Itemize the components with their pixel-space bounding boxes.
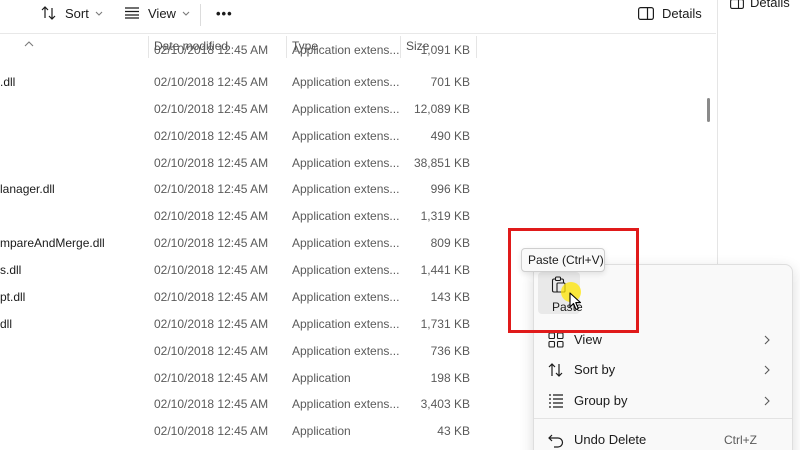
- file-type: Application extens...: [292, 317, 400, 331]
- file-row[interactable]: 02/10/2018 12:45 AM Application extens..…: [0, 96, 700, 123]
- file-size: 701 KB: [430, 75, 470, 89]
- toolbar-divider: [200, 4, 201, 26]
- file-type: Application extens...: [292, 45, 400, 57]
- file-date: 02/10/2018 12:45 AM: [154, 156, 269, 170]
- menu-item-label: Sort by: [574, 362, 616, 377]
- file-type: Application extens...: [292, 263, 400, 277]
- file-date: 02/10/2018 12:45 AM: [154, 209, 269, 223]
- sort-icon: [41, 6, 57, 20]
- file-type: Application extens...: [292, 102, 400, 116]
- file-type: Application extens...: [292, 290, 400, 304]
- file-size: 1,091 KB: [420, 45, 470, 57]
- file-type: Application extens...: [292, 236, 400, 250]
- view-label: View: [148, 5, 176, 21]
- file-row[interactable]: 02/10/2018 12:45 AM Application extens..…: [0, 45, 700, 64]
- details-pane-icon: [730, 0, 744, 14]
- file-row[interactable]: 02/10/2018 12:45 AM Application extens..…: [0, 203, 700, 230]
- file-date: 02/10/2018 12:45 AM: [154, 371, 269, 385]
- file-size: 1,441 KB: [420, 263, 470, 277]
- file-row[interactable]: lanager.dll 02/10/2018 12:45 AM Applicat…: [0, 176, 700, 203]
- file-type: Application extens...: [292, 344, 400, 358]
- file-type: Application extens...: [292, 209, 400, 223]
- file-date: 02/10/2018 12:45 AM: [154, 424, 269, 438]
- menu-item-undo-delete[interactable]: Undo Delete Ctrl+Z: [534, 425, 792, 450]
- more-options-button[interactable]: •••: [216, 0, 233, 26]
- file-size: 12,089 KB: [413, 102, 470, 116]
- vertical-scrollbar-thumb[interactable]: [707, 98, 710, 122]
- mouse-pointer-icon: [569, 292, 582, 316]
- menu-item-label: View: [574, 332, 602, 347]
- file-name: s.dll: [0, 263, 22, 277]
- file-size: 809 KB: [430, 236, 470, 250]
- command-bar: Sort View ••• Details: [0, 0, 716, 30]
- file-row[interactable]: .dll 02/10/2018 12:45 AM Application ext…: [0, 69, 700, 96]
- file-date: 02/10/2018 12:45 AM: [154, 397, 269, 411]
- sort-icon: [548, 362, 564, 381]
- file-size: 143 KB: [430, 290, 470, 304]
- view-icon: [124, 7, 140, 19]
- file-size: 490 KB: [430, 129, 470, 143]
- chevron-right-icon: [764, 363, 770, 378]
- file-size: 43 KB: [437, 424, 470, 438]
- view-button[interactable]: View: [124, 0, 190, 26]
- file-name: lanager.dll: [0, 182, 55, 196]
- chevron-down-icon: [182, 11, 190, 16]
- file-size: 736 KB: [430, 344, 470, 358]
- file-date: 02/10/2018 12:45 AM: [154, 317, 269, 331]
- file-date: 02/10/2018 12:45 AM: [154, 129, 269, 143]
- file-size: 38,851 KB: [413, 156, 470, 170]
- file-row[interactable]: 02/10/2018 12:45 AM Application extens..…: [0, 150, 700, 177]
- sort-button[interactable]: Sort: [41, 0, 103, 26]
- file-date: 02/10/2018 12:45 AM: [154, 263, 269, 277]
- file-date: 02/10/2018 12:45 AM: [154, 75, 269, 89]
- file-date: 02/10/2018 12:45 AM: [154, 102, 269, 116]
- file-name: pt.dll: [0, 290, 26, 304]
- file-date: 02/10/2018 12:45 AM: [154, 45, 269, 57]
- file-size: 1,319 KB: [420, 209, 470, 223]
- file-type: Application: [292, 424, 351, 438]
- file-name: dll: [0, 317, 13, 331]
- menu-divider: [534, 418, 792, 419]
- more-icon: •••: [216, 5, 233, 21]
- file-name: mpareAndMerge.dll: [0, 236, 105, 250]
- file-size: 198 KB: [430, 371, 470, 385]
- file-size: 1,731 KB: [420, 317, 470, 331]
- details-pane-icon: [638, 6, 654, 20]
- details-pane-title: Details: [750, 0, 790, 10]
- chevron-right-icon: [764, 394, 770, 409]
- grid-view-icon: [548, 332, 564, 351]
- file-type: Application extens...: [292, 397, 400, 411]
- file-size: 3,403 KB: [420, 397, 470, 411]
- chevron-right-icon: [764, 333, 770, 348]
- chevron-down-icon: [95, 11, 103, 16]
- file-type: Application extens...: [292, 129, 400, 143]
- menu-item-sort-by[interactable]: Sort by: [534, 355, 792, 385]
- file-type: Application extens...: [292, 156, 400, 170]
- menu-item-label: Group by: [574, 393, 628, 408]
- file-size: 996 KB: [430, 182, 470, 196]
- file-type: Application extens...: [292, 75, 400, 89]
- file-type: Application extens...: [292, 182, 400, 196]
- file-date: 02/10/2018 12:45 AM: [154, 344, 269, 358]
- details-label: Details: [662, 5, 702, 21]
- file-name: .dll: [0, 75, 16, 89]
- menu-item-shortcut: Ctrl+Z: [724, 433, 757, 447]
- file-row[interactable]: 02/10/2018 12:45 AM Application extens..…: [0, 123, 700, 150]
- sort-label: Sort: [65, 5, 89, 21]
- menu-item-label: Undo Delete: [574, 432, 647, 447]
- details-button[interactable]: Details: [638, 0, 702, 26]
- file-date: 02/10/2018 12:45 AM: [154, 290, 269, 304]
- file-date: 02/10/2018 12:45 AM: [154, 182, 269, 196]
- menu-item-group-by[interactable]: Group by: [534, 386, 792, 416]
- group-by-icon: [548, 393, 564, 412]
- file-date: 02/10/2018 12:45 AM: [154, 236, 269, 250]
- undo-icon: [548, 432, 564, 450]
- highlight-box: [508, 228, 639, 333]
- file-type: Application: [292, 371, 351, 385]
